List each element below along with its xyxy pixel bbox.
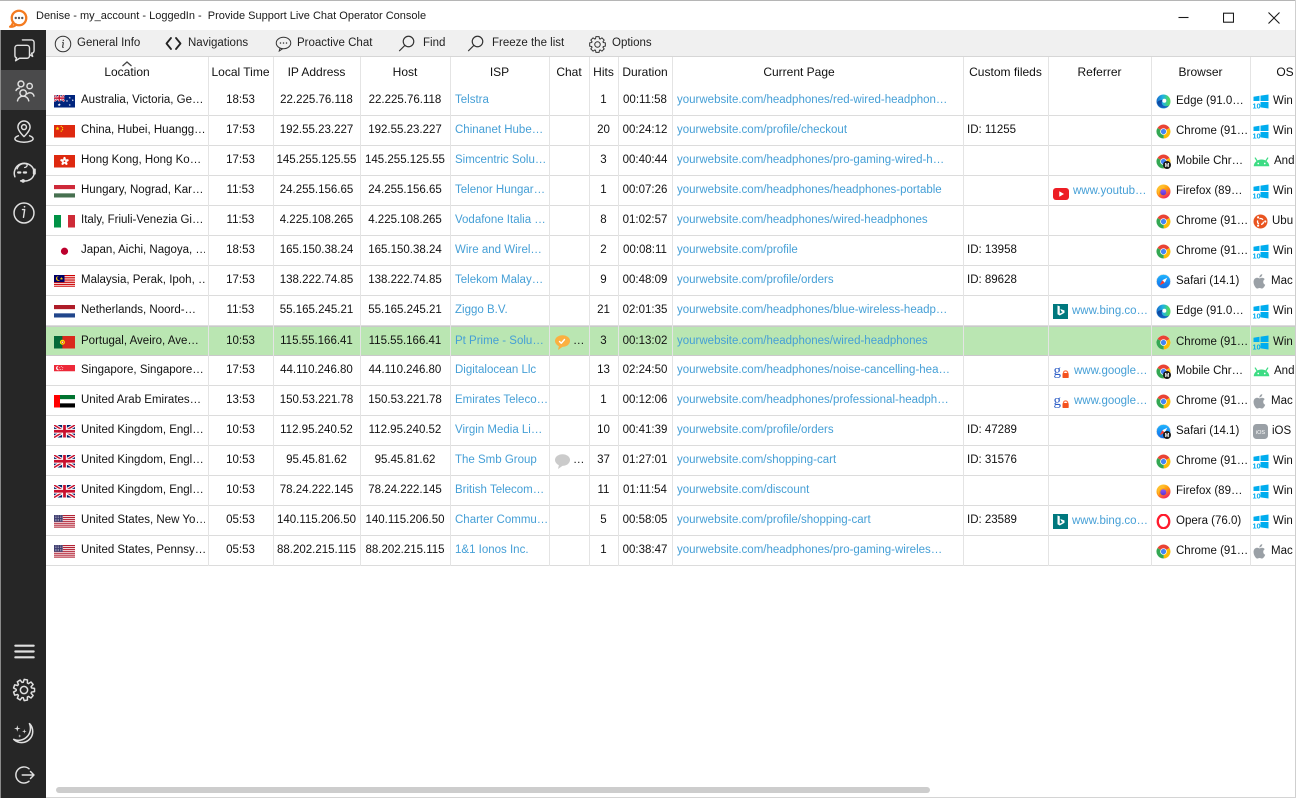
svg-text:10: 10 (1253, 131, 1261, 139)
svg-text:M: M (1165, 372, 1170, 378)
svg-text:10: 10 (1253, 251, 1261, 259)
svg-text:M: M (1165, 432, 1170, 438)
svg-text:10: 10 (1253, 491, 1261, 499)
svg-text:10: 10 (1253, 461, 1261, 469)
svg-text:g: g (1054, 363, 1062, 379)
svg-text:10: 10 (1253, 342, 1261, 350)
svg-text:10: 10 (1253, 101, 1261, 109)
svg-text:10: 10 (1253, 521, 1261, 529)
svg-text:10: 10 (1253, 191, 1261, 199)
svg-text:g: g (1054, 393, 1062, 409)
svg-text:10: 10 (1253, 311, 1261, 319)
svg-text:iOS: iOS (1256, 430, 1266, 436)
svg-text:M: M (1165, 162, 1170, 168)
